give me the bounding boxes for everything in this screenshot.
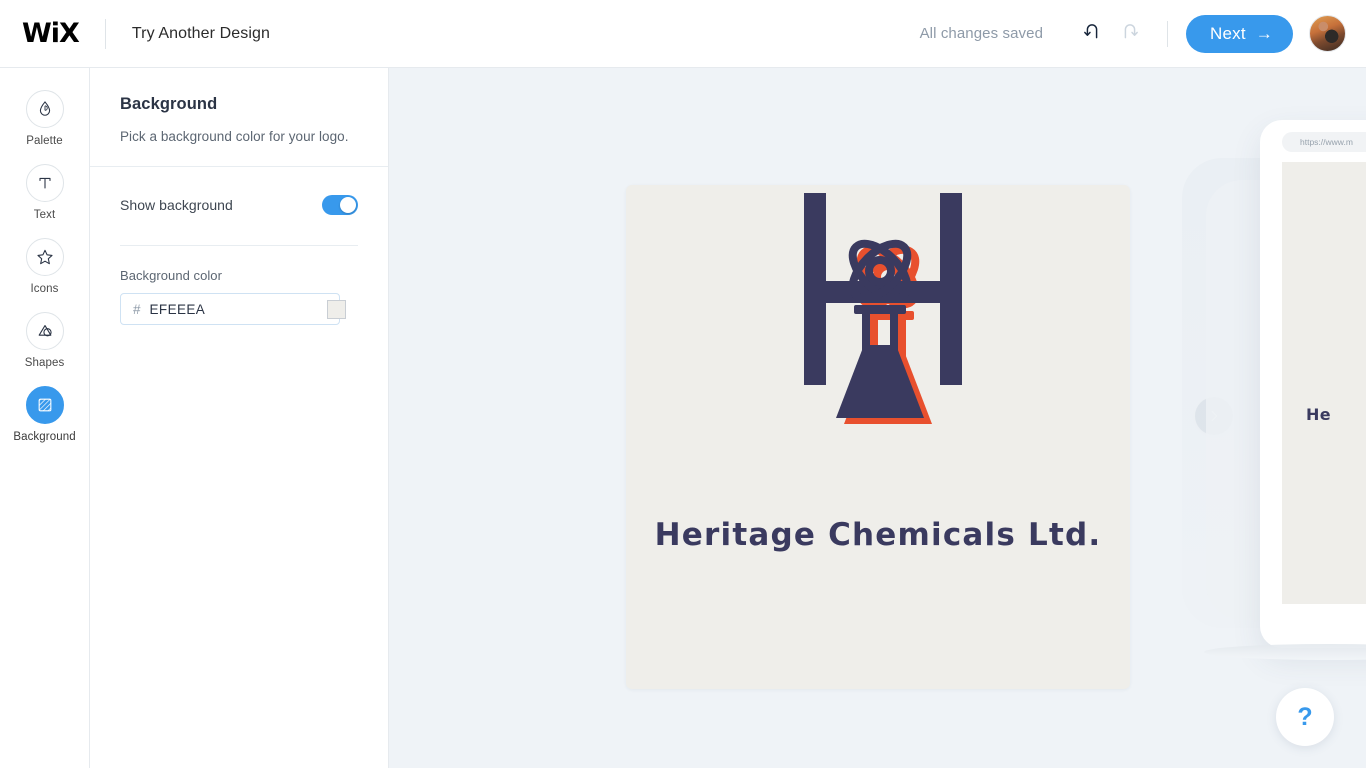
device-preview[interactable]: https://www.m He <box>1164 88 1366 678</box>
preview-stage: Heritage Chemicals Ltd. https://www.m He… <box>389 68 1366 768</box>
sidebar-label-icons: Icons <box>30 283 59 295</box>
undo-arrow-icon <box>1084 23 1098 38</box>
hatch-square-icon <box>38 398 51 412</box>
top-bar: WiX Try Another Design All changes saved… <box>0 0 1366 68</box>
save-status-text: All changes saved <box>919 25 1044 42</box>
sidebar-label-text: Text <box>33 209 56 221</box>
text-icon-wrap <box>25 164 64 202</box>
panel-header: Background Pick a background color for y… <box>90 68 388 167</box>
sidebar-label-palette: Palette <box>26 135 63 147</box>
next-button[interactable]: Next → <box>1186 14 1293 53</box>
actions-divider <box>1167 20 1169 47</box>
wix-logo[interactable]: WiX <box>22 20 80 47</box>
logo-canvas[interactable]: Heritage Chemicals Ltd. <box>626 185 1130 689</box>
hex-input[interactable] <box>149 301 327 317</box>
redo-button[interactable] <box>1111 15 1149 53</box>
shapes-icon <box>38 325 52 337</box>
background-color-group: Background color # <box>120 268 358 325</box>
show-background-toggle[interactable] <box>322 195 358 215</box>
logo-company-name: Heritage Chemicals Ltd. <box>654 517 1102 553</box>
show-background-row: Show background <box>120 195 358 215</box>
settings-panel: Background Pick a background color for y… <box>90 68 389 768</box>
help-button[interactable]: ? <box>1276 688 1334 746</box>
icons-icon-wrap <box>25 238 64 276</box>
redo-arrow-icon <box>1124 23 1138 38</box>
background-color-label: Background color <box>120 268 222 283</box>
try-another-design-label[interactable]: Try Another Design <box>132 25 270 43</box>
hash-symbol: # <box>133 301 141 317</box>
shapes-icon-wrap <box>25 312 64 350</box>
logo-artwork <box>804 193 962 424</box>
toggle-knob <box>340 197 356 213</box>
top-bar-actions: All changes saved Next → <box>919 14 1366 53</box>
panel-subtitle: Pick a background color for your logo. <box>120 129 349 144</box>
undo-button[interactable] <box>1073 15 1111 53</box>
left-icon-rail: Palette Text Icons Shapes Background <box>0 68 90 768</box>
show-background-label: Show background <box>120 197 233 213</box>
text-t-icon <box>38 177 51 189</box>
sidebar-item-icons[interactable]: Icons <box>0 238 89 295</box>
background-color-field[interactable]: # <box>120 293 346 325</box>
panel-divider <box>120 245 358 246</box>
sidebar-item-palette[interactable]: Palette <box>0 90 89 147</box>
palette-icon-wrap <box>25 90 64 128</box>
page-title: Background <box>120 95 218 113</box>
next-button-label: Next <box>1210 23 1246 43</box>
device-screen: He <box>1282 162 1366 604</box>
droplet-icon <box>39 101 50 116</box>
device-logo-text: He <box>1306 405 1332 424</box>
arrow-right-icon: → <box>1255 23 1273 43</box>
background-icon-wrap <box>25 386 64 424</box>
device-frame: https://www.m He <box>1260 120 1366 648</box>
color-swatch-button[interactable] <box>326 299 346 319</box>
sidebar-label-shapes: Shapes <box>24 357 65 369</box>
device-base-shadow <box>1204 644 1366 660</box>
sidebar-label-background: Background <box>13 431 76 443</box>
sidebar-item-shapes[interactable]: Shapes <box>0 312 89 369</box>
sidebar-item-background[interactable]: Background <box>0 386 89 443</box>
star-icon <box>36 249 53 265</box>
logo-mark-primary <box>804 193 962 418</box>
header-divider <box>104 18 106 49</box>
avatar[interactable] <box>1309 15 1346 52</box>
device-url-bar: https://www.m <box>1282 132 1366 152</box>
sidebar-item-text[interactable]: Text <box>0 164 89 221</box>
panel-body: Show background Background color # <box>90 167 388 325</box>
